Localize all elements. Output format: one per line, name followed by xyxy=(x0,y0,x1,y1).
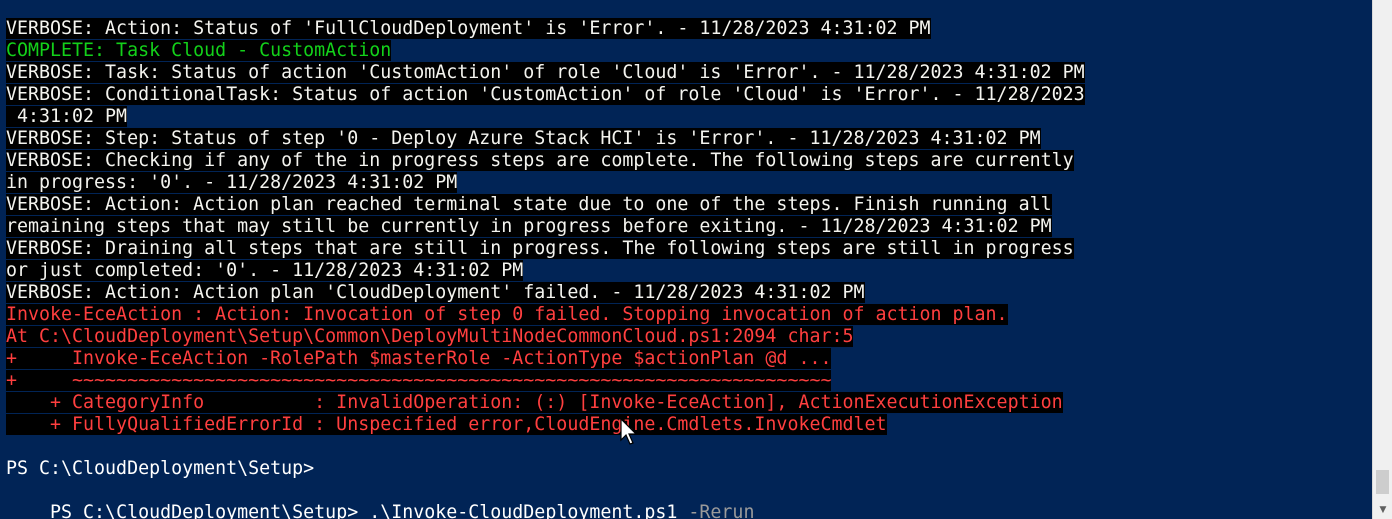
console-line-text: or just completed: '0'. - 11/28/2023 4:3… xyxy=(6,260,524,281)
console-line-text: VERBOSE: Draining all steps that are sti… xyxy=(6,238,1074,259)
console-line-text: + CategoryInfo : InvalidOperation: (:) [… xyxy=(6,392,1063,413)
console-line-text: VERBOSE: Action: Action plan 'CloudDeplo… xyxy=(6,282,865,303)
console-line-prompt: PS C:\CloudDeployment\Setup> xyxy=(6,458,1392,480)
console-line-text: VERBOSE: Step: Status of step '0 - Deplo… xyxy=(6,128,1041,149)
console-line-error: + ~~~~~~~~~~~~~~~~~~~~~~~~~~~~~~~~~~~~~~… xyxy=(6,370,1392,392)
console-line-text: Invoke-EceAction : Action: Invocation of… xyxy=(6,304,1008,325)
console-line-verbose: 4:31:02 PM xyxy=(6,106,1392,128)
powershell-console[interactable]: VERBOSE: Action: Status of 'FullCloudDep… xyxy=(0,0,1392,519)
console-line-text: COMPLETE: Task Cloud - CustomAction xyxy=(6,40,392,61)
console-line-verbose: VERBOSE: Checking if any of the in progr… xyxy=(6,150,1392,172)
console-line-error: Invoke-EceAction : Action: Invocation of… xyxy=(6,304,1392,326)
console-line-text: At C:\CloudDeployment\Setup\Common\Deplo… xyxy=(6,326,854,347)
prompt-text: PS C:\CloudDeployment\Setup> xyxy=(50,502,370,519)
console-line-text: remaining steps that may still be curren… xyxy=(6,216,1052,237)
console-line-error: At C:\CloudDeployment\Setup\Common\Deplo… xyxy=(6,326,1392,348)
console-line-text: in progress: '0'. - 11/28/2023 4:31:02 P… xyxy=(6,172,458,193)
console-line-verbose: VERBOSE: Draining all steps that are sti… xyxy=(6,238,1392,260)
console-line-text: + Invoke-EceAction -RolePath $masterRole… xyxy=(6,348,832,369)
console-line-verbose: VERBOSE: Action: Status of 'FullCloudDep… xyxy=(6,18,1392,40)
console-line-verbose: VERBOSE: Action: Action plan reached ter… xyxy=(6,194,1392,216)
console-line-text: + FullyQualifiedErrorId : Unspecified er… xyxy=(6,414,887,435)
console-line-complete: COMPLETE: Task Cloud - CustomAction xyxy=(6,40,1392,62)
console-line-verbose: VERBOSE: Action: Action plan 'CloudDeplo… xyxy=(6,282,1392,304)
console-line-error: + CategoryInfo : InvalidOperation: (:) [… xyxy=(6,392,1392,414)
scroll-down-icon[interactable]: ▼ xyxy=(1373,501,1392,519)
console-line-text: 4:31:02 PM xyxy=(6,106,128,127)
scroll-thumb[interactable] xyxy=(1376,470,1389,494)
command-text[interactable]: .\Invoke-CloudDeployment.ps1 xyxy=(369,502,677,519)
parameter-text[interactable]: -Rerun xyxy=(677,502,754,519)
console-line-verbose: VERBOSE: Step: Status of step '0 - Deplo… xyxy=(6,128,1392,150)
console-line-text: PS C:\CloudDeployment\Setup> xyxy=(6,458,315,479)
console-output: VERBOSE: Action: Status of 'FullCloudDep… xyxy=(6,18,1392,480)
console-line-text: VERBOSE: Task: Status of action 'CustomA… xyxy=(6,62,1085,83)
current-input-line[interactable]: PS C:\CloudDeployment\Setup> .\Invoke-Cl… xyxy=(6,480,1392,519)
console-line-text: VERBOSE: ConditionalTask: Status of acti… xyxy=(6,84,1085,105)
console-line-error: + Invoke-EceAction -RolePath $masterRole… xyxy=(6,348,1392,370)
console-line-verbose: or just completed: '0'. - 11/28/2023 4:3… xyxy=(6,260,1392,282)
vertical-scrollbar[interactable]: ▼ xyxy=(1372,0,1392,519)
console-line-verbose: in progress: '0'. - 11/28/2023 4:31:02 P… xyxy=(6,172,1392,194)
console-line-verbose: VERBOSE: ConditionalTask: Status of acti… xyxy=(6,84,1392,106)
console-line-error: + FullyQualifiedErrorId : Unspecified er… xyxy=(6,414,1392,436)
console-line-text: VERBOSE: Action: Status of 'FullCloudDep… xyxy=(6,18,931,39)
console-line-text: + ~~~~~~~~~~~~~~~~~~~~~~~~~~~~~~~~~~~~~~… xyxy=(6,370,832,391)
console-line-verbose: VERBOSE: Task: Status of action 'CustomA… xyxy=(6,62,1392,84)
console-line-text: VERBOSE: Checking if any of the in progr… xyxy=(6,150,1074,171)
console-line-verbose: remaining steps that may still be curren… xyxy=(6,216,1392,238)
console-line-text: VERBOSE: Action: Action plan reached ter… xyxy=(6,194,1052,215)
